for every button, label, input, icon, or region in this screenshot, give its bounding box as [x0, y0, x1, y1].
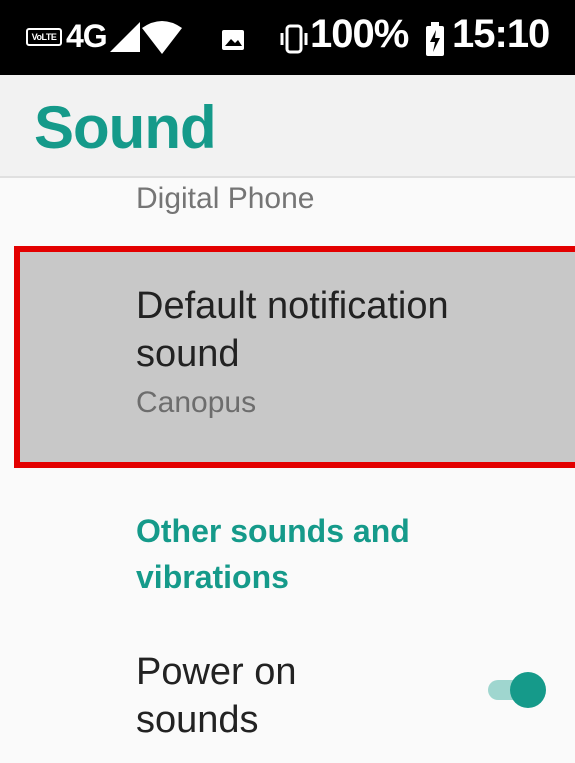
default-notification-sound-title: Default notification sound	[136, 285, 449, 375]
section-header: Other sounds and vibrations	[136, 513, 410, 595]
toggle-thumb	[510, 672, 546, 708]
default-notification-sound-item[interactable]: Default notification sound Canopus	[14, 246, 575, 468]
network-type: 4G	[66, 18, 108, 54]
phone-ringtone-value[interactable]: Digital Phone	[136, 182, 314, 216]
clock: 15:10	[452, 12, 550, 56]
vibrate-icon	[280, 24, 308, 59]
power-on-sounds-label[interactable]: Power on sounds	[136, 648, 396, 744]
default-notification-sound-value: Canopus	[136, 386, 257, 419]
status-bar: VoLTE 4G 100% 15:10	[0, 0, 575, 75]
power-on-sounds-toggle[interactable]	[488, 672, 546, 708]
image-notification-icon	[222, 30, 244, 55]
volte-icon: VoLTE	[26, 28, 62, 46]
wifi-icon	[142, 20, 182, 59]
battery-percent: 100%	[310, 12, 409, 56]
page-title: Sound	[34, 94, 217, 161]
battery-icon	[425, 22, 445, 61]
settings-list[interactable]: Digital Phone Default notification sound…	[0, 178, 575, 763]
signal-icon	[110, 22, 140, 57]
app-bar: Sound	[0, 75, 575, 178]
